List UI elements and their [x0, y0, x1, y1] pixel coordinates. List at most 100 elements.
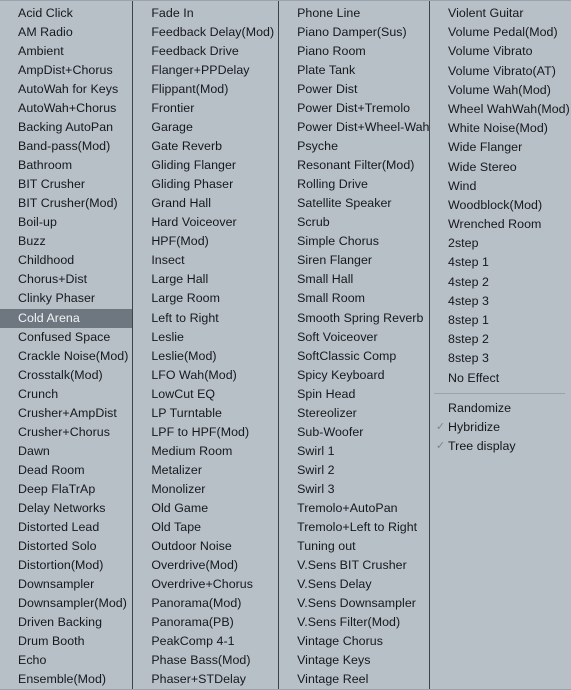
menu-item-band-pass-mod[interactable]: Band-pass(Mod) [0, 137, 132, 156]
menu-item-drum-booth[interactable]: Drum Booth [0, 632, 132, 651]
menu-item-psyche[interactable]: Psyche [279, 137, 429, 156]
menu-item-tree-display[interactable]: ✓ Tree display [430, 437, 571, 456]
menu-item-v-sens-bit-crusher[interactable]: V.Sens BIT Crusher [279, 556, 429, 575]
menu-item-metalizer[interactable]: Metalizer [133, 461, 278, 480]
menu-item-insect[interactable]: Insect [133, 251, 278, 270]
menu-item-power-dist-wheel-wah[interactable]: Power Dist+Wheel-Wah [279, 118, 429, 137]
menu-item-fade-in[interactable]: Fade In [133, 4, 278, 23]
menu-item-wrenched-room[interactable]: Wrenched Room [430, 215, 571, 234]
menu-item-acid-click[interactable]: Acid Click [0, 4, 132, 23]
menu-item-4step-2[interactable]: 4step 2 [430, 273, 571, 292]
menu-item-vintage-keys[interactable]: Vintage Keys [279, 651, 429, 670]
menu-item-sub-woofer[interactable]: Sub-Woofer [279, 423, 429, 442]
menu-item-frontier[interactable]: Frontier [133, 99, 278, 118]
menu-item-feedback-drive[interactable]: Feedback Drive [133, 42, 278, 61]
menu-item-phone-line[interactable]: Phone Line [279, 4, 429, 23]
menu-item-am-radio[interactable]: AM Radio [0, 23, 132, 42]
menu-item-distorted-lead[interactable]: Distorted Lead [0, 518, 132, 537]
menu-item-grand-hall[interactable]: Grand Hall [133, 194, 278, 213]
menu-item-wind[interactable]: Wind [430, 177, 571, 196]
menu-item-wheel-wahwah-mod[interactable]: Wheel WahWah(Mod) [430, 100, 571, 119]
menu-item-gliding-flanger[interactable]: Gliding Flanger [133, 156, 278, 175]
menu-item-satellite-speaker[interactable]: Satellite Speaker [279, 194, 429, 213]
menu-item-chorus-dist[interactable]: Chorus+Dist [0, 270, 132, 289]
menu-item-dead-room[interactable]: Dead Room [0, 461, 132, 480]
menu-item-plate-tank[interactable]: Plate Tank [279, 61, 429, 80]
menu-item-distorted-solo[interactable]: Distorted Solo [0, 537, 132, 556]
menu-item-4step-3[interactable]: 4step 3 [430, 292, 571, 311]
menu-item-old-game[interactable]: Old Game [133, 499, 278, 518]
menu-item-lowcut-eq[interactable]: LowCut EQ [133, 385, 278, 404]
menu-item-spin-head[interactable]: Spin Head [279, 385, 429, 404]
menu-item-gliding-phaser[interactable]: Gliding Phaser [133, 175, 278, 194]
menu-item-overdrive-chorus[interactable]: Overdrive+Chorus [133, 575, 278, 594]
menu-item-gate-reverb[interactable]: Gate Reverb [133, 137, 278, 156]
menu-item-cold-arena[interactable]: Cold Arena [0, 308, 133, 328]
menu-item-softclassic-comp[interactable]: SoftClassic Comp [279, 347, 429, 366]
menu-item-tuning-out[interactable]: Tuning out [279, 537, 429, 556]
menu-item-panorama-mod[interactable]: Panorama(Mod) [133, 594, 278, 613]
menu-item-deep-flatrap[interactable]: Deep FlaTrAp [0, 480, 132, 499]
menu-item-distortion-mod[interactable]: Distortion(Mod) [0, 556, 132, 575]
menu-item-spicy-keyboard[interactable]: Spicy Keyboard [279, 366, 429, 385]
menu-item-ensemble-mod[interactable]: Ensemble(Mod) [0, 670, 132, 689]
menu-item-peakcomp-4-1[interactable]: PeakComp 4-1 [133, 632, 278, 651]
menu-item-bathroom[interactable]: Bathroom [0, 156, 132, 175]
menu-item-randomize[interactable]: Randomize [430, 399, 571, 418]
menu-item-overdrive-mod[interactable]: Overdrive(Mod) [133, 556, 278, 575]
menu-item-lfo-wah-mod[interactable]: LFO Wah(Mod) [133, 366, 278, 385]
menu-item-hybridize[interactable]: ✓ Hybridize [430, 418, 571, 437]
menu-item-medium-room[interactable]: Medium Room [133, 442, 278, 461]
menu-item-leslie[interactable]: Leslie [133, 328, 278, 347]
menu-item-garage[interactable]: Garage [133, 118, 278, 137]
menu-item-childhood[interactable]: Childhood [0, 251, 132, 270]
menu-item-swirl-2[interactable]: Swirl 2 [279, 461, 429, 480]
menu-item-power-dist[interactable]: Power Dist [279, 80, 429, 99]
menu-item-leslie-mod[interactable]: Leslie(Mod) [133, 347, 278, 366]
menu-item-4step-1[interactable]: 4step 1 [430, 253, 571, 272]
menu-item-dawn[interactable]: Dawn [0, 442, 132, 461]
menu-item-flippant-mod[interactable]: Flippant(Mod) [133, 80, 278, 99]
menu-item-vintage-reel[interactable]: Vintage Reel [279, 670, 429, 689]
menu-item-8step-2[interactable]: 8step 2 [430, 330, 571, 349]
menu-item-crusher-ampdist[interactable]: Crusher+AmpDist [0, 404, 132, 423]
menu-item-phaser-stdelay[interactable]: Phaser+STDelay [133, 670, 278, 689]
menu-item-vintage-chorus[interactable]: Vintage Chorus [279, 632, 429, 651]
menu-item-piano-room[interactable]: Piano Room [279, 42, 429, 61]
menu-item-outdoor-noise[interactable]: Outdoor Noise [133, 537, 278, 556]
menu-item-volume-wah-mod[interactable]: Volume Wah(Mod) [430, 81, 571, 100]
menu-item-swirl-3[interactable]: Swirl 3 [279, 480, 429, 499]
menu-item-large-hall[interactable]: Large Hall [133, 270, 278, 289]
menu-item-volume-vibrato-at[interactable]: Volume Vibrato(AT) [430, 62, 571, 81]
menu-item-backing-autopan[interactable]: Backing AutoPan [0, 118, 132, 137]
menu-item-downsampler[interactable]: Downsampler [0, 575, 132, 594]
menu-item-large-room[interactable]: Large Room [133, 289, 278, 308]
menu-item-old-tape[interactable]: Old Tape [133, 518, 278, 537]
menu-item-phase-bass-mod[interactable]: Phase Bass(Mod) [133, 651, 278, 670]
menu-item-v-sens-delay[interactable]: V.Sens Delay [279, 575, 429, 594]
menu-item-hard-voiceover[interactable]: Hard Voiceover [133, 213, 278, 232]
menu-item-v-sens-filter-mod[interactable]: V.Sens Filter(Mod) [279, 613, 429, 632]
menu-item-ampdist-chorus[interactable]: AmpDist+Chorus [0, 61, 132, 80]
menu-item-resonant-filter-mod[interactable]: Resonant Filter(Mod) [279, 156, 429, 175]
menu-item-small-hall[interactable]: Small Hall [279, 270, 429, 289]
menu-item-crunch[interactable]: Crunch [0, 385, 132, 404]
menu-item-v-sens-downsampler[interactable]: V.Sens Downsampler [279, 594, 429, 613]
menu-item-clinky-phaser[interactable]: Clinky Phaser [0, 289, 132, 308]
menu-item-stereolizer[interactable]: Stereolizer [279, 404, 429, 423]
menu-item-no-effect[interactable]: No Effect [430, 369, 571, 388]
menu-item-feedback-delay-mod[interactable]: Feedback Delay(Mod) [133, 23, 278, 42]
menu-item-crusher-chorus[interactable]: Crusher+Chorus [0, 423, 132, 442]
menu-item-violent-guitar[interactable]: Violent Guitar [430, 4, 571, 23]
menu-item-ambient[interactable]: Ambient [0, 42, 132, 61]
menu-item-boil-up[interactable]: Boil-up [0, 213, 132, 232]
menu-item-scrub[interactable]: Scrub [279, 213, 429, 232]
menu-item-volume-vibrato[interactable]: Volume Vibrato [430, 42, 571, 61]
menu-item-8step-3[interactable]: 8step 3 [430, 349, 571, 368]
menu-item-panorama-pb[interactable]: Panorama(PB) [133, 613, 278, 632]
menu-item-soft-voiceover[interactable]: Soft Voiceover [279, 328, 429, 347]
menu-item-hpf-mod[interactable]: HPF(Mod) [133, 232, 278, 251]
menu-item-echo[interactable]: Echo [0, 651, 132, 670]
menu-item-buzz[interactable]: Buzz [0, 232, 132, 251]
menu-item-bit-crusher-mod[interactable]: BIT Crusher(Mod) [0, 194, 132, 213]
